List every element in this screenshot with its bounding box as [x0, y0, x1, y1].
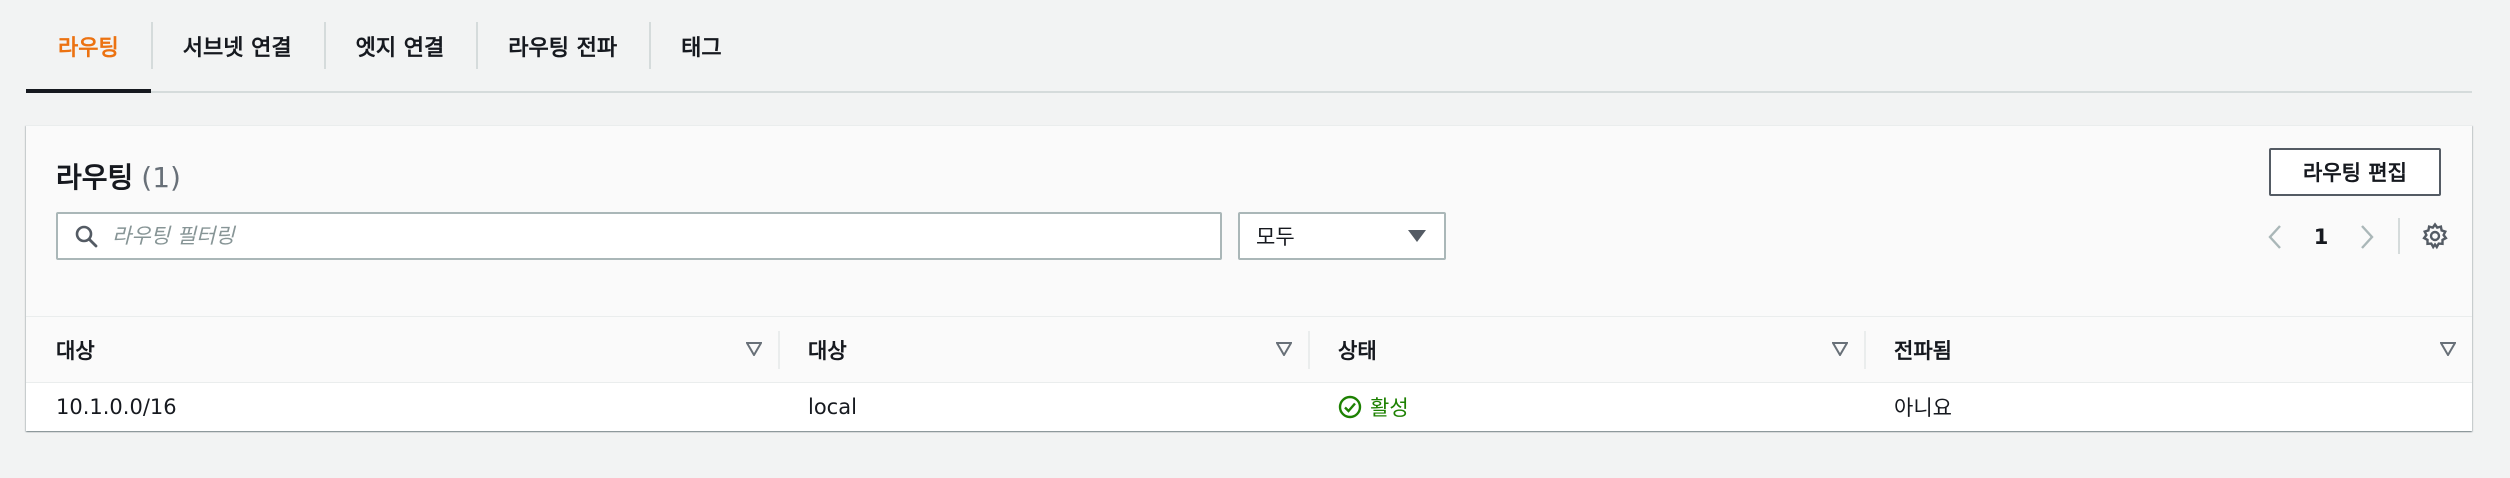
route-filter-input[interactable]	[112, 224, 1162, 248]
status-label: 활성	[1370, 396, 1409, 420]
current-page[interactable]: 1	[2314, 225, 2329, 249]
column-header-target[interactable]: 대상	[808, 317, 1308, 383]
column-header-label: 전파됨	[1894, 339, 1952, 363]
edit-routes-button[interactable]: 라우팅 편집	[2269, 148, 2441, 196]
route-count: (1)	[141, 161, 181, 194]
panel-title-text: 라우팅	[56, 161, 134, 194]
panel-title: 라우팅 (1)	[56, 156, 181, 196]
tab-subnet-associations[interactable]: 서브넷 연결	[150, 0, 324, 91]
tab-route-propagation[interactable]: 라우팅 전파	[476, 0, 649, 91]
routes-panel: 라우팅(1) 라우팅 편집 모두 1 대상	[26, 125, 2472, 431]
column-header-label: 상태	[1338, 339, 1377, 363]
column-header-status[interactable]: 상태	[1338, 317, 1864, 383]
tab-edge-associations[interactable]: 엣지 연결	[323, 0, 477, 91]
tab-routes[interactable]: 라우팅	[26, 0, 151, 93]
sort-down-icon[interactable]	[1276, 342, 1292, 356]
chevron-right-icon[interactable]	[2358, 223, 2376, 251]
filter-select-value: 모두	[1256, 225, 1295, 249]
pagination: 1	[2266, 222, 2376, 252]
column-divider[interactable]	[778, 331, 780, 369]
gear-icon[interactable]	[2421, 222, 2449, 250]
column-header-destination[interactable]: 대상	[56, 317, 778, 383]
column-header-propagated[interactable]: 전파됨	[1894, 317, 2472, 383]
sort-down-icon[interactable]	[2440, 342, 2456, 356]
routes-table: 대상 대상 상태 전파됨 10.1.0.0/16 local 활성 아니요	[26, 316, 2472, 431]
cell-propagated: 아니요	[1894, 396, 1952, 420]
cell-destination: 10.1.0.0/16	[56, 395, 177, 419]
sort-down-icon[interactable]	[746, 342, 762, 356]
filter-select[interactable]: 모두	[1238, 212, 1446, 260]
chevron-left-icon[interactable]	[2266, 223, 2284, 251]
sort-down-icon[interactable]	[1832, 342, 1848, 356]
column-header-label: 대상	[56, 339, 95, 363]
table-row[interactable]: 10.1.0.0/16 local 활성 아니요	[26, 383, 2472, 431]
tab-tags[interactable]: 태그	[649, 0, 753, 91]
column-header-label: 대상	[808, 339, 847, 363]
check-circle-icon	[1338, 395, 1362, 419]
column-divider[interactable]	[1308, 331, 1310, 369]
cell-status: 활성	[1338, 383, 1409, 431]
caret-down-icon	[1408, 230, 1426, 242]
search-box[interactable]	[56, 212, 1222, 260]
table-header: 대상 대상 상태 전파됨	[26, 316, 2472, 383]
tab-bar: 라우팅 서브넷 연결 엣지 연결 라우팅 전파 태그	[26, 0, 2472, 93]
column-divider[interactable]	[1864, 331, 1866, 369]
pager-divider	[2398, 218, 2400, 254]
search-icon	[75, 225, 98, 248]
cell-target: local	[808, 395, 857, 419]
